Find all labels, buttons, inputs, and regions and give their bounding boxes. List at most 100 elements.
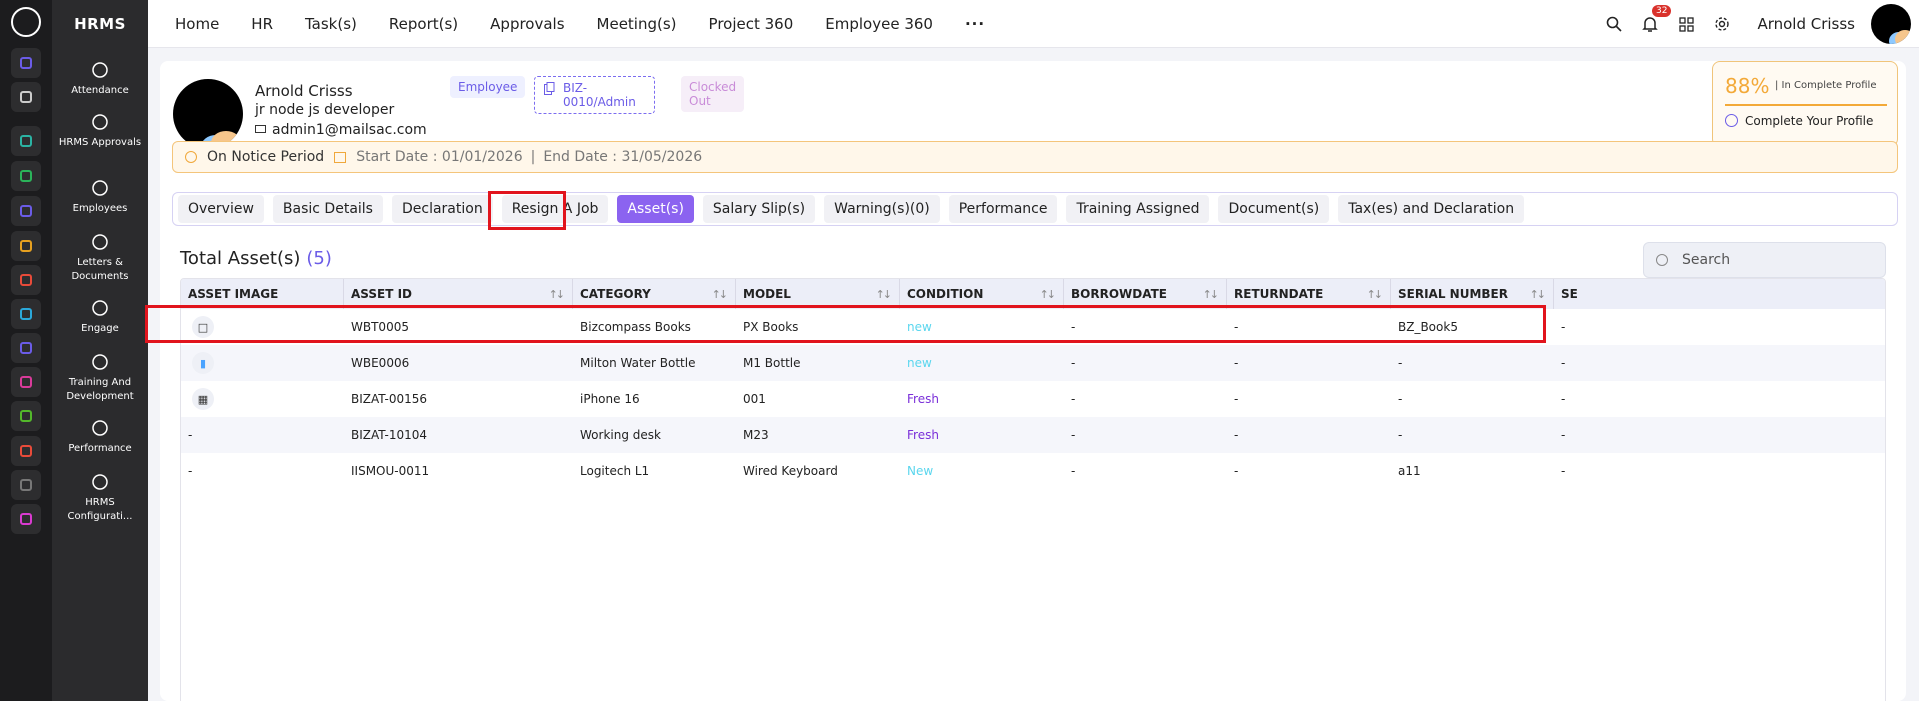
cell-condition: new — [907, 356, 932, 370]
compass-logo-icon[interactable] — [11, 7, 41, 37]
sort-icon[interactable]: ↑↓ — [549, 288, 566, 301]
sidebar-item[interactable]: Employees — [52, 178, 148, 216]
rail-app-icon[interactable] — [11, 161, 41, 191]
rail-app-icon[interactable] — [11, 231, 41, 261]
top-nav-item[interactable]: Home — [175, 15, 219, 33]
notice-end-date: End Date : 31/05/2026 — [543, 149, 703, 165]
cell-extra: - — [1561, 356, 1566, 370]
cell-return: - — [1234, 392, 1239, 406]
rail-app-icon[interactable] — [11, 299, 41, 329]
more-menu-icon[interactable]: ··· — [965, 15, 985, 33]
asset-image-cell: - — [188, 464, 193, 478]
calendar-icon — [334, 151, 347, 163]
top-nav-item[interactable]: Meeting(s) — [597, 15, 677, 33]
sort-icon[interactable]: ↑↓ — [876, 288, 893, 301]
app-glyph-icon — [20, 479, 32, 491]
search-input[interactable] — [1682, 252, 1862, 268]
cell-extra: - — [1561, 464, 1566, 478]
sort-icon[interactable]: ↑↓ — [1530, 288, 1547, 301]
tab[interactable]: Asset(s) — [617, 195, 694, 223]
sidebar-item[interactable]: Engage — [52, 298, 148, 336]
top-nav-item[interactable]: Project 360 — [709, 15, 794, 33]
sort-icon[interactable]: ↑↓ — [1203, 288, 1220, 301]
letters-icon — [92, 234, 108, 250]
avatar[interactable] — [1871, 4, 1911, 44]
tab[interactable]: Document(s) — [1218, 195, 1330, 223]
sort-icon[interactable]: ↑↓ — [1040, 288, 1057, 301]
asset-image-cell: - — [188, 428, 193, 442]
column-header-label: MODEL — [743, 287, 791, 301]
column-header-label: RETURNDATE — [1234, 287, 1324, 301]
sort-icon[interactable]: ↑↓ — [1367, 288, 1384, 301]
cell-serial: - — [1398, 392, 1403, 406]
rail-app-icon[interactable] — [11, 333, 41, 363]
top-nav-item[interactable]: HR — [251, 15, 273, 33]
rail-app-icon[interactable] — [11, 401, 41, 431]
app-glyph-icon — [20, 205, 32, 217]
sidebar-item[interactable]: Letters & Documents — [52, 232, 148, 284]
table-row[interactable]: - IISMOU-0011 Logitech L1 Wired Keyboard New… — [181, 453, 1885, 489]
table-row[interactable]: ▦ BIZAT-00156 iPhone 16 001 Fresh - - - - — [181, 381, 1885, 417]
sidebar-item[interactable]: Performance — [52, 418, 148, 456]
rail-app-icon[interactable] — [11, 470, 41, 500]
tab[interactable]: Declaration — [391, 195, 493, 223]
tab[interactable]: Training Assigned — [1066, 195, 1210, 223]
sidebar-item-label: HRMS Configurati... — [67, 497, 133, 522]
rail-app-icon[interactable] — [11, 48, 41, 78]
tab[interactable]: Basic Details — [272, 195, 383, 223]
rail-app-icon[interactable] — [11, 504, 41, 534]
tab[interactable]: Overview — [178, 195, 264, 223]
tab[interactable]: Tax(es) and Declaration — [1338, 195, 1525, 223]
tab[interactable]: Warning(s)(0) — [824, 195, 940, 223]
cell-return: - — [1234, 356, 1239, 370]
bottle-icon: ▮ — [192, 352, 214, 374]
rail-app-icon[interactable] — [11, 367, 41, 397]
sidebar-item[interactable]: HRMS Configurati... — [52, 472, 148, 524]
app-rail — [0, 0, 52, 701]
sidebar-item[interactable]: Training And Development — [52, 352, 148, 404]
asset-image-cell: ▮ — [181, 352, 344, 374]
app-glyph-icon — [20, 513, 32, 525]
top-nav-item[interactable]: Report(s) — [389, 15, 458, 33]
bell-icon[interactable]: 32 — [1637, 5, 1672, 37]
copy-icon — [544, 82, 555, 95]
app-glyph-icon — [20, 410, 32, 422]
notice-period-banner: On Notice Period Start Date : 01/01/2026… — [172, 141, 1898, 173]
cell-return: - — [1234, 428, 1239, 442]
cell-extra: - — [1561, 320, 1566, 334]
rail-app-icon[interactable] — [11, 436, 41, 466]
top-nav-item[interactable]: Employee 360 — [825, 15, 933, 33]
sidebar-item[interactable]: Attendance — [52, 60, 148, 98]
table-row[interactable]: ▮ WBE0006 Milton Water Bottle M1 Bottle new -… — [181, 345, 1885, 381]
tab[interactable]: Salary Slip(s) — [702, 195, 816, 223]
search-icon[interactable] — [1601, 11, 1627, 37]
profile-tabs: Overview Basic Details Declaration Resign A… — [172, 192, 1898, 226]
rail-app-icon[interactable] — [11, 265, 41, 295]
cell-model: Wired Keyboard — [743, 464, 838, 478]
app-glyph-icon — [20, 135, 32, 147]
sidebar-item-label: Training And Development — [66, 377, 134, 402]
column-header-label: BORROWDATE — [1071, 287, 1167, 301]
employee-code-badge[interactable]: BIZ-0010/Admin — [534, 76, 655, 114]
gear-icon[interactable] — [1709, 11, 1735, 37]
cell-extra: - — [1561, 392, 1566, 406]
sidebar-item[interactable]: HRMS Approvals — [52, 112, 148, 150]
top-nav-item[interactable]: Task(s) — [305, 15, 357, 33]
rail-app-icon[interactable] — [11, 82, 41, 112]
search-box[interactable] — [1643, 242, 1886, 278]
selected-row-highlight — [145, 305, 1546, 343]
rail-app-icon[interactable] — [11, 196, 41, 226]
complete-profile-link[interactable]: Complete Your Profile — [1725, 114, 1873, 128]
cell-borrow: - — [1071, 356, 1076, 370]
info-icon — [1725, 114, 1738, 127]
cell-category: Logitech L1 — [580, 464, 650, 478]
tab[interactable]: Performance — [948, 195, 1058, 223]
sort-icon[interactable]: ↑↓ — [712, 288, 729, 301]
rail-app-icon[interactable] — [11, 126, 41, 156]
column-header-label: ASSET IMAGE — [188, 287, 279, 301]
apps-grid-icon[interactable] — [1673, 11, 1699, 37]
table-row[interactable]: - BIZAT-10104 Working desk M23 Fresh - - - - — [181, 417, 1885, 453]
user-name[interactable]: Arnold Crisss — [1757, 15, 1855, 33]
top-nav-item[interactable]: Approvals — [490, 15, 564, 33]
completion-percent: 88% — [1725, 74, 1770, 98]
